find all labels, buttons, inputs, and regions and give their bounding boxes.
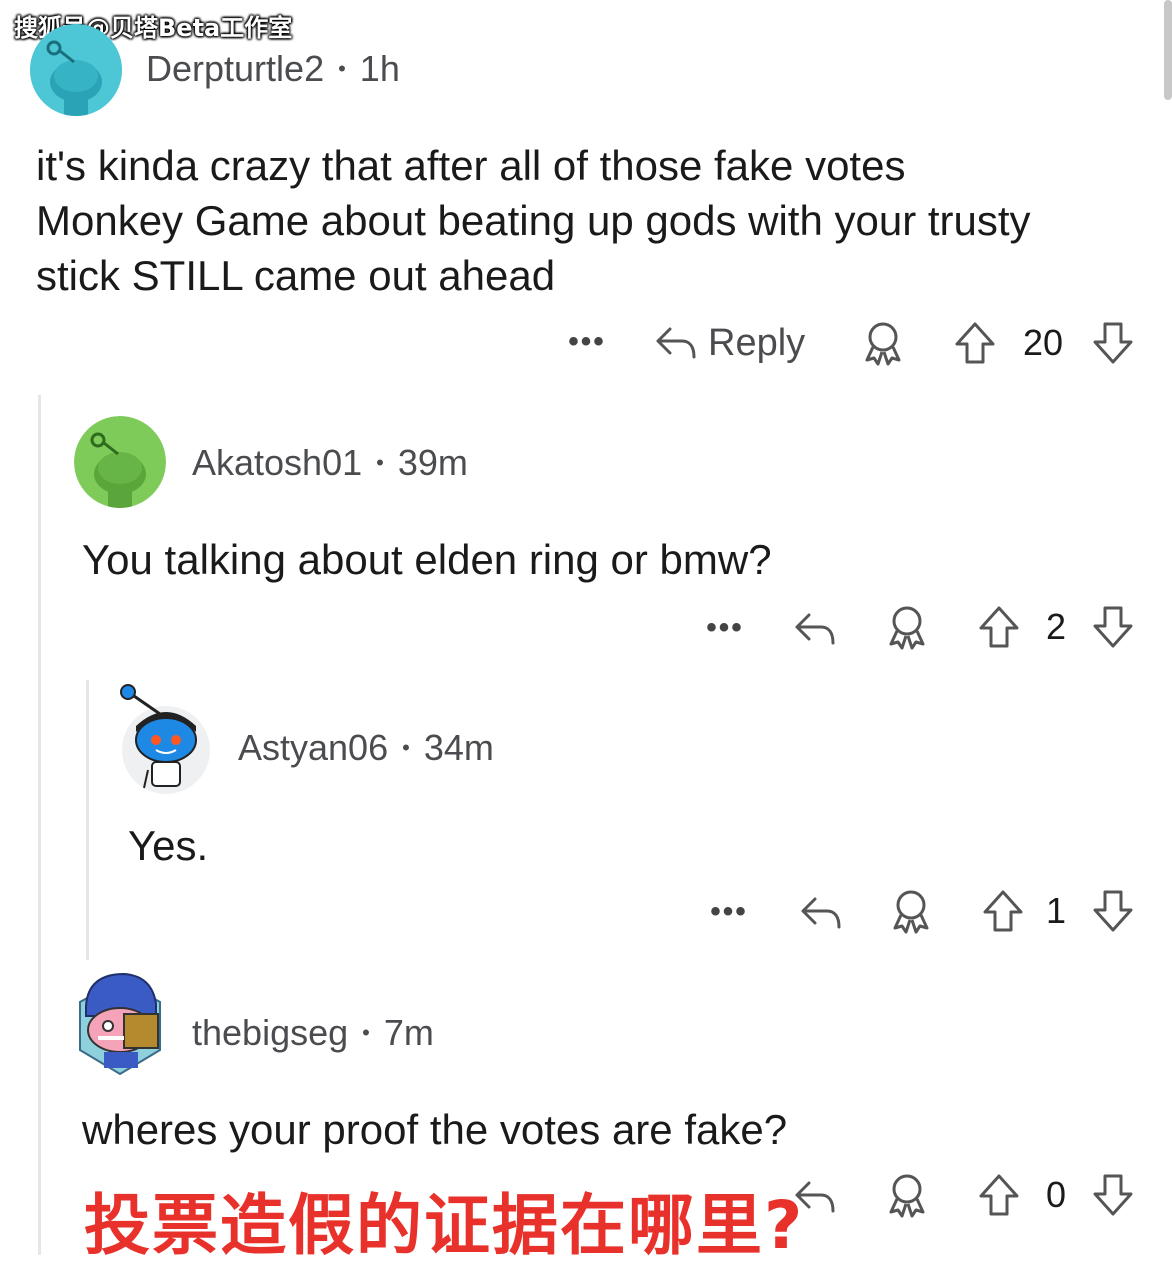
comment-2-body: You talking about elden ring or bmw? — [82, 536, 772, 583]
thread-line-level-1[interactable] — [38, 395, 41, 1255]
upvote-icon — [979, 606, 1019, 648]
comment-2-age: 39m — [397, 442, 468, 483]
upvote-icon — [955, 322, 995, 364]
award-icon — [865, 322, 901, 366]
downvote-icon — [1093, 606, 1133, 648]
comment-1-body: it's kinda crazy that after all of those… — [36, 142, 1031, 299]
separator-dot: • — [402, 735, 410, 760]
comment-1-meta: Derpturtle2 • 1h — [146, 48, 400, 90]
snoo-avatar-icon — [30, 24, 122, 116]
avatar-astyan06[interactable] — [118, 684, 214, 794]
comment-4-body: wheres your proof the votes are fake? — [82, 1106, 788, 1153]
avatar-akatosh01[interactable] — [74, 416, 166, 508]
award-button[interactable] — [858, 318, 908, 368]
comment-1-age: 1h — [359, 48, 400, 89]
avatar-derpturtle2[interactable] — [30, 24, 122, 116]
upvote-button[interactable] — [976, 1170, 1022, 1220]
award-icon — [893, 890, 929, 934]
snoo-avatar-icon — [120, 684, 210, 794]
upvote-icon — [979, 1174, 1019, 1216]
reply-button[interactable] — [796, 888, 846, 938]
comment-3-age: 34m — [423, 727, 494, 768]
more-options-icon[interactable]: ••• — [700, 608, 750, 648]
downvote-icon — [1093, 1174, 1133, 1216]
upvote-icon — [983, 890, 1023, 932]
comment-2-meta: Akatosh01 • 39m — [192, 442, 468, 484]
separator-dot: • — [362, 1020, 370, 1045]
avatar-thebigseg[interactable] — [74, 966, 166, 1078]
reply-arrow-icon — [801, 897, 841, 929]
separator-dot: • — [338, 56, 346, 81]
comment-4-age: 7m — [383, 1012, 434, 1053]
upvote-button[interactable] — [952, 318, 998, 368]
comment-3-meta: Astyan06 • 34m — [238, 727, 494, 769]
comment-2-score: 2 — [1045, 606, 1067, 647]
comment-1-author[interactable]: Derpturtle2 — [146, 48, 324, 90]
upvote-button[interactable] — [976, 602, 1022, 652]
reply-arrow-icon — [656, 327, 696, 359]
thread-line-level-2[interactable] — [86, 680, 89, 960]
upvote-button[interactable] — [980, 886, 1026, 936]
downvote-button[interactable] — [1090, 318, 1136, 368]
award-icon — [889, 606, 925, 650]
reply-label: Reply — [708, 321, 806, 364]
comment-4-score: 0 — [1045, 1174, 1067, 1215]
scrollbar[interactable] — [1164, 0, 1172, 100]
reply-arrow-icon — [795, 613, 835, 645]
award-button[interactable] — [882, 602, 932, 652]
downvote-button[interactable] — [1090, 602, 1136, 652]
more-options-icon[interactable]: ••• — [704, 892, 754, 932]
comment-4-meta: thebigseg • 7m — [192, 1012, 434, 1054]
comment-3-author[interactable]: Astyan06 — [238, 727, 388, 769]
comment-2-author[interactable]: Akatosh01 — [192, 442, 362, 484]
downvote-button[interactable] — [1090, 1170, 1136, 1220]
comment-3-score: 1 — [1045, 890, 1067, 931]
comment-4-author[interactable]: thebigseg — [192, 1012, 348, 1054]
more-options-icon[interactable]: ••• — [562, 322, 612, 362]
overlay-caption: 投票造假的证据在哪里? — [84, 1187, 805, 1264]
reply-button[interactable] — [790, 604, 840, 654]
comment-1-score: 20 — [1022, 322, 1064, 363]
downvote-icon — [1093, 322, 1133, 364]
downvote-icon — [1093, 890, 1133, 932]
snoo-avatar-icon — [74, 416, 166, 508]
award-button[interactable] — [886, 886, 936, 936]
separator-dot: • — [376, 450, 384, 475]
comment-3-body: Yes. — [128, 822, 209, 869]
reply-button[interactable]: Reply — [654, 318, 805, 368]
downvote-button[interactable] — [1090, 886, 1136, 936]
award-button[interactable] — [882, 1170, 932, 1220]
snoo-avatar-icon — [79, 972, 161, 1076]
award-icon — [889, 1174, 925, 1218]
